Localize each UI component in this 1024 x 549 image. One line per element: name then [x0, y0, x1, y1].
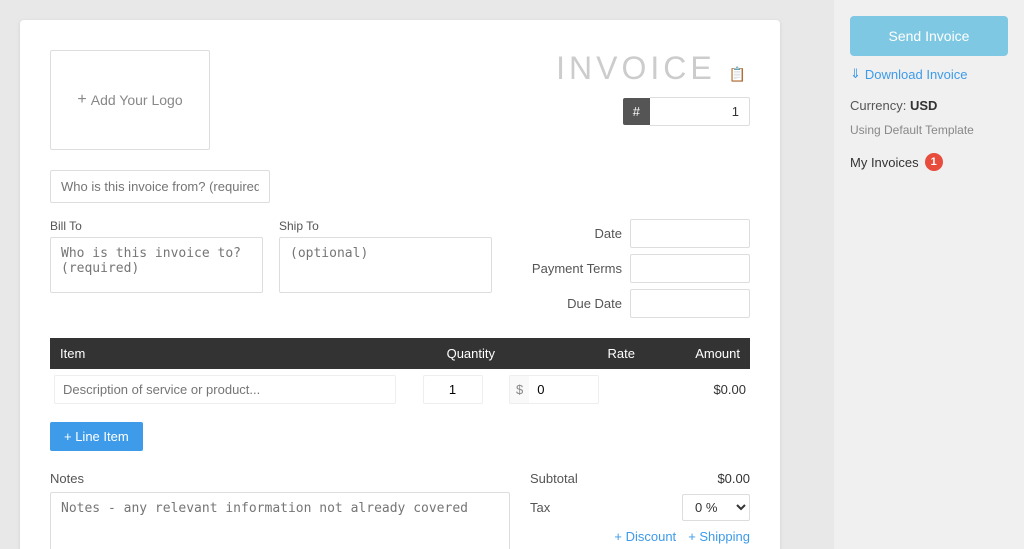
table-row: $ $0.00: [50, 369, 750, 410]
date-label: Date: [512, 226, 622, 241]
notes-section: Notes Terms: [50, 471, 510, 549]
template-row: Using Default Template: [850, 123, 1008, 137]
plus-icon: +: [77, 91, 86, 109]
download-link-label: Download Invoice: [865, 67, 968, 82]
invoice-number-input[interactable]: [650, 97, 750, 126]
discount-button[interactable]: + Discount: [614, 529, 676, 544]
date-input[interactable]: [630, 219, 750, 248]
main-area: + Add Your Logo INVOICE 📋 #: [0, 0, 834, 549]
subtotal-row: Subtotal $0.00: [530, 471, 750, 486]
sidebar: Send Invoice ⇓ Download Invoice Currency…: [834, 0, 1024, 549]
copy-icon[interactable]: 📋: [729, 66, 750, 82]
hash-label: #: [623, 98, 650, 125]
shipping-label: + Shipping: [688, 529, 750, 544]
download-invoice-link[interactable]: ⇓ Download Invoice: [850, 66, 1008, 82]
add-line-label: + Line Item: [64, 429, 129, 444]
qty-input[interactable]: [423, 375, 483, 404]
bill-ship-section: Bill To Ship To: [50, 219, 492, 298]
my-invoices-label: My Invoices: [850, 155, 919, 170]
add-line-item-button[interactable]: + Line Item: [50, 422, 143, 451]
invoice-card: + Add Your Logo INVOICE 📋 #: [20, 20, 780, 549]
invoice-title: INVOICE 📋: [556, 50, 750, 87]
invoice-top: + Add Your Logo INVOICE 📋 #: [50, 50, 750, 150]
payment-terms-label: Payment Terms: [512, 261, 622, 276]
template-label: Using Default Template: [850, 123, 974, 137]
logo-upload-box[interactable]: + Add Your Logo: [50, 50, 210, 150]
send-invoice-button[interactable]: Send Invoice: [850, 16, 1008, 56]
invoice-title-block: INVOICE 📋 #: [556, 50, 750, 126]
tax-select[interactable]: 0 % 5 % 10 % 15 % 20 %: [682, 494, 750, 521]
currency-value: USD: [910, 98, 937, 113]
col-quantity: Quantity: [400, 338, 505, 369]
send-invoice-label: Send Invoice: [889, 28, 970, 44]
date-row: Date: [512, 219, 750, 248]
bill-to-label: Bill To: [50, 219, 263, 233]
subtotal-value: $0.00: [717, 471, 750, 486]
rate-input[interactable]: [529, 375, 599, 404]
notes-textarea[interactable]: [50, 492, 510, 549]
meta-fields: Date Payment Terms Due Date: [512, 219, 750, 318]
col-item: Item: [50, 338, 400, 369]
currency-row: Currency: USD: [850, 98, 1008, 113]
from-input[interactable]: [50, 170, 270, 203]
items-table: Item Quantity Rate Amount: [50, 338, 750, 410]
discount-label: + Discount: [614, 529, 676, 544]
amount-value: $0.00: [713, 382, 746, 397]
my-invoices-row: My Invoices 1: [850, 153, 1008, 171]
due-date-row: Due Date: [512, 289, 750, 318]
rate-cell-inner: $: [509, 375, 641, 404]
qty-cell: [400, 369, 505, 410]
col-amount: Amount: [645, 338, 750, 369]
ship-to-input[interactable]: [279, 237, 492, 293]
dollar-sign: $: [509, 375, 529, 404]
rate-cell: $: [505, 369, 645, 410]
shipping-button[interactable]: + Shipping: [688, 529, 750, 544]
due-date-input[interactable]: [630, 289, 750, 318]
invoice-number-row: #: [556, 97, 750, 126]
totals-section: Subtotal $0.00 Tax 0 % 5 % 10 % 15 % 20 …: [530, 471, 750, 549]
table-header-row: Item Quantity Rate Amount: [50, 338, 750, 369]
bill-to-input[interactable]: [50, 237, 263, 293]
tax-label: Tax: [530, 500, 550, 515]
due-date-label: Due Date: [512, 296, 622, 311]
bill-to-block: Bill To: [50, 219, 263, 298]
discount-shipping-row: + Discount + Shipping: [530, 529, 750, 544]
my-invoices-badge: 1: [925, 153, 943, 171]
payment-terms-input[interactable]: [630, 254, 750, 283]
ship-to-label: Ship To: [279, 219, 492, 233]
amount-cell: $0.00: [645, 369, 750, 410]
subtotal-label: Subtotal: [530, 471, 578, 486]
ship-to-block: Ship To: [279, 219, 492, 298]
col-rate: Rate: [505, 338, 645, 369]
bottom-section: Notes Terms Subtotal $0.00 Tax 0 % 5 % 1…: [50, 471, 750, 549]
logo-label: Add Your Logo: [91, 92, 183, 108]
notes-label: Notes: [50, 471, 510, 486]
payment-terms-row: Payment Terms: [512, 254, 750, 283]
from-field: [50, 170, 750, 203]
invoice-title-text: INVOICE: [556, 50, 716, 86]
download-icon: ⇓: [850, 66, 861, 82]
item-desc-input[interactable]: [54, 375, 396, 404]
currency-label: Currency:: [850, 98, 906, 113]
tax-row: Tax 0 % 5 % 10 % 15 % 20 %: [530, 494, 750, 521]
item-desc-cell: [50, 369, 400, 410]
